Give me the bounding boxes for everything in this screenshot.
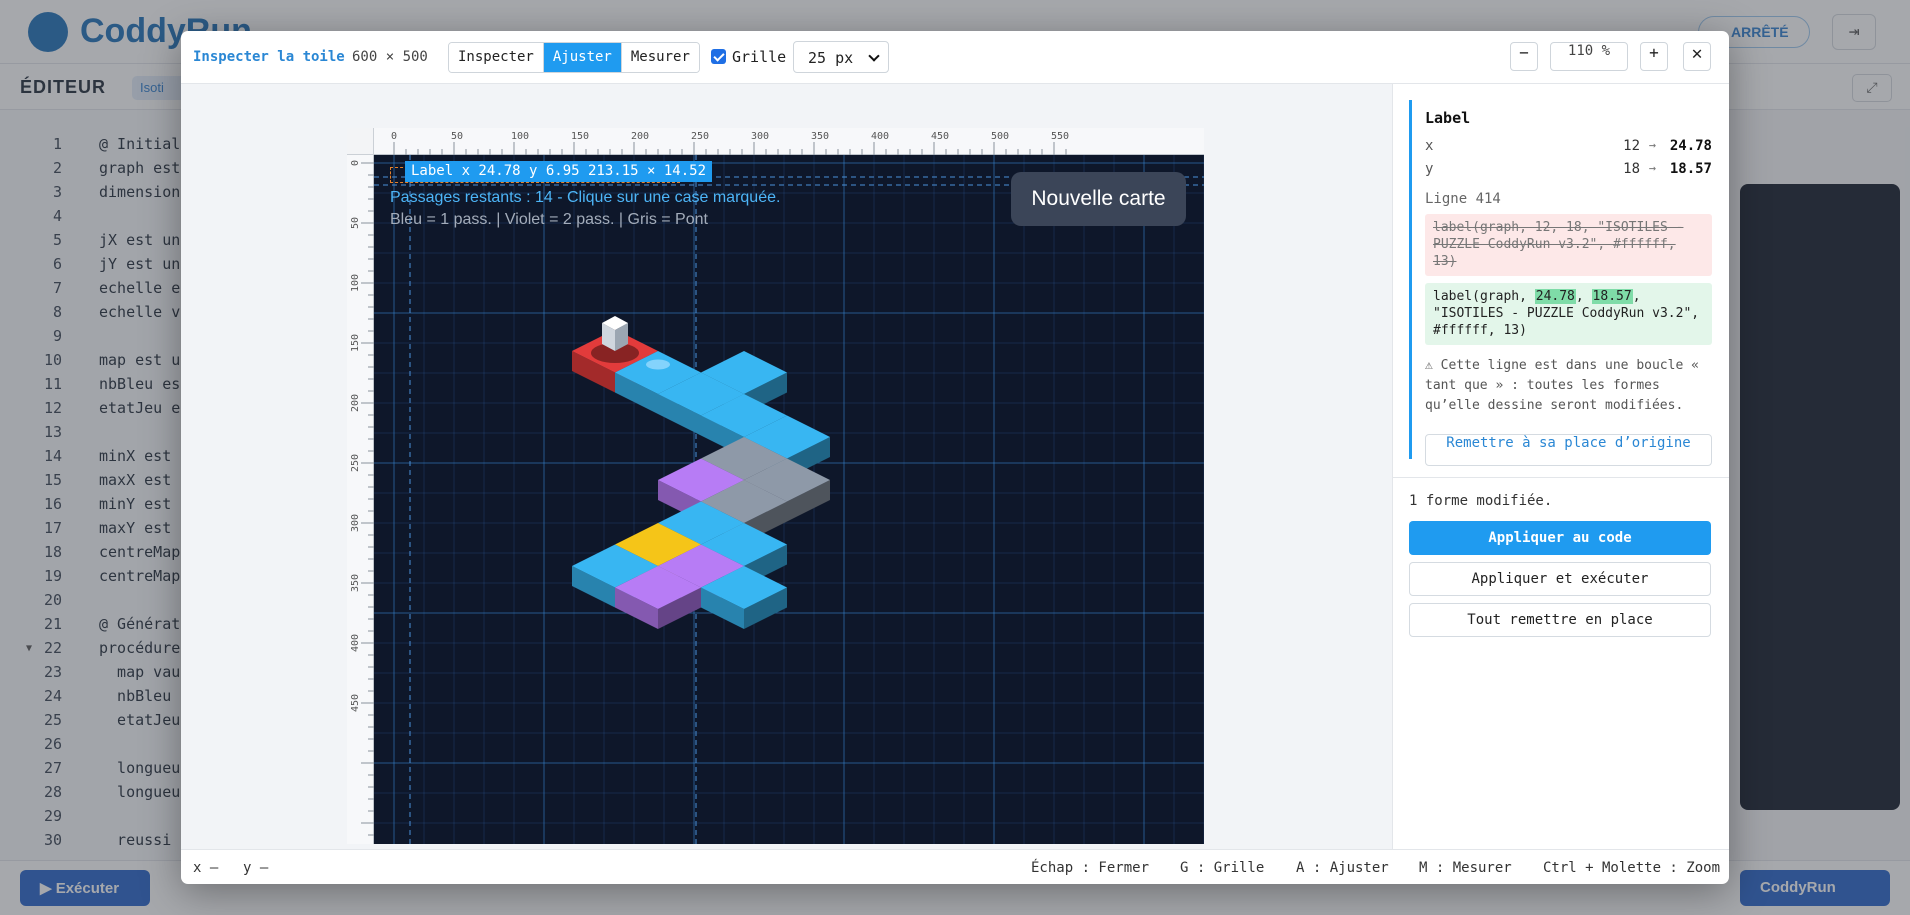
new-y-highlight: 18.57	[1591, 289, 1633, 304]
prop-x-row: x 12 → 24.78	[1425, 138, 1712, 156]
ruler-label: 250	[691, 131, 709, 142]
modal-title: Inspecter la toile	[193, 49, 345, 65]
target-marker	[646, 359, 670, 370]
vertical-ruler: 0 50 100 150 200 250 300 350 400 450	[347, 155, 374, 844]
mode-switch: Inspecter Ajuster Mesurer	[448, 42, 700, 73]
mode-measure-button[interactable]: Mesurer	[621, 43, 699, 72]
horizontal-ruler: 0 50 100 150 200 250 300 350 400 450 500 550	[374, 128, 1204, 155]
hint-adjust: A : Ajuster	[1296, 860, 1389, 876]
new-code-snippet: label(graph, 24.78, 18.57, "ISOTILES - P…	[1425, 283, 1712, 345]
grid-size-value: 25 px	[808, 49, 854, 67]
ruler-label: 200	[631, 131, 649, 142]
panel-divider	[1393, 477, 1729, 478]
ruler-label: 150	[350, 334, 361, 352]
remaining-passes-label: Passages restants : 14 - Clique sur une …	[390, 189, 781, 206]
ruler-label: 100	[511, 131, 529, 142]
ruler-label: 100	[350, 274, 361, 292]
ruler-label: 300	[350, 514, 361, 532]
canvas-dimensions: 600 × 500	[352, 49, 428, 65]
hint-zoom: Ctrl + Molette : Zoom	[1543, 860, 1721, 876]
ruler-label: 300	[751, 131, 769, 142]
prop-y-key: y	[1425, 161, 1434, 177]
ruler-label: 0	[350, 160, 361, 166]
ruler-label: 500	[991, 131, 1009, 142]
apply-to-code-button[interactable]: Appliquer au code	[1409, 521, 1711, 555]
arrow-right-icon: →	[1648, 138, 1656, 152]
legend-label: Bleu = 1 pass. | Violet = 2 pass. | Gris…	[390, 211, 708, 228]
old-code-snippet: label(graph, 12, 18, "ISOTILES - PUZZLE …	[1425, 214, 1712, 276]
prop-y-row: y 18 → 18.57	[1425, 161, 1712, 179]
grid-label: Grille	[732, 48, 787, 66]
shape-card: Label x 12 → 24.78 y 18 → 18.57 Ligne 41…	[1409, 100, 1715, 466]
mode-adjust-button[interactable]: Ajuster	[543, 43, 622, 72]
prop-y-new: 18.57	[1669, 161, 1712, 177]
modal-footer: x – y – Échap : Fermer G : Grille A : Aj…	[181, 849, 1729, 884]
new-code-sep: ,	[1575, 289, 1592, 304]
ruler-label: 0	[391, 131, 397, 142]
ruler-label: 450	[931, 131, 949, 142]
new-code-prefix: label(graph,	[1433, 289, 1535, 304]
prop-x-new: 24.78	[1669, 138, 1712, 154]
close-icon[interactable]: ✕	[1683, 42, 1711, 71]
ruler-label: 150	[571, 131, 589, 142]
prop-y-old: 18	[1623, 161, 1640, 177]
apply-and-run-button[interactable]: Appliquer et exécuter	[1409, 562, 1711, 596]
ruler-label: 50	[350, 217, 361, 229]
prop-x-old: 12	[1623, 138, 1640, 154]
ruler-label: 400	[350, 634, 361, 652]
reset-shape-button[interactable]: Remettre à sa place d’origine	[1425, 434, 1712, 466]
modified-count: 1 forme modifiée.	[1409, 493, 1553, 509]
zoom-in-button[interactable]: +	[1640, 42, 1668, 71]
grid-checkbox[interactable]	[711, 49, 726, 64]
ruler-label: 350	[350, 574, 361, 592]
zoom-out-button[interactable]: −	[1510, 42, 1538, 71]
mode-inspect-button[interactable]: Inspecter	[449, 43, 544, 72]
iso-tile-map[interactable]	[374, 155, 1204, 844]
inspect-canvas-modal: Inspecter la toile 600 × 500 Inspecter A…	[181, 31, 1729, 884]
ruler-corner	[347, 128, 374, 155]
ruler-label: 450	[350, 694, 361, 712]
modal-header: Inspecter la toile 600 × 500 Inspecter A…	[181, 31, 1729, 84]
ruler-label: 200	[350, 394, 361, 412]
ruler-label: 550	[1051, 131, 1069, 142]
loop-warning: ⚠ Cette ligne est dans une boucle « tant…	[1425, 358, 1699, 413]
game-canvas[interactable]: Label x 24.78 y 6.95 213.15 × 14.52 Pass…	[374, 155, 1204, 844]
arrow-right-icon: →	[1648, 161, 1656, 175]
hint-measure: M : Mesurer	[1419, 860, 1512, 876]
chevron-down-icon	[868, 50, 880, 62]
new-map-button[interactable]: Nouvelle carte	[1011, 172, 1186, 226]
ruler-label: 250	[350, 454, 361, 472]
hint-escape: Échap : Fermer	[1031, 860, 1150, 876]
ruler-label: 50	[451, 131, 463, 142]
canvas-viewport[interactable]: 0 50 100 150 200 250 300 350 400 450 500 550 0 50 100…	[181, 84, 1392, 849]
player-cube-icon	[602, 316, 628, 351]
ruler-label: 400	[871, 131, 889, 142]
properties-panel: Label x 12 → 24.78 y 18 → 18.57 Ligne 41…	[1392, 84, 1729, 849]
selection-tag: Label x 24.78 y 6.95 213.15 × 14.52	[405, 161, 713, 182]
shape-type: Label	[1425, 109, 1471, 127]
grid-size-select[interactable]: 25 px	[793, 41, 889, 73]
ruler-label: 350	[811, 131, 829, 142]
cursor-x: x –	[193, 860, 219, 876]
zoom-level: 110 %	[1550, 42, 1628, 71]
reset-all-button[interactable]: Tout remettre en place	[1409, 603, 1711, 637]
new-x-highlight: 24.78	[1534, 289, 1576, 304]
cursor-y: y –	[243, 860, 269, 876]
prop-x-key: x	[1425, 138, 1434, 154]
source-line-ref[interactable]: Ligne 414	[1425, 191, 1501, 207]
hint-grid: G : Grille	[1180, 860, 1265, 876]
